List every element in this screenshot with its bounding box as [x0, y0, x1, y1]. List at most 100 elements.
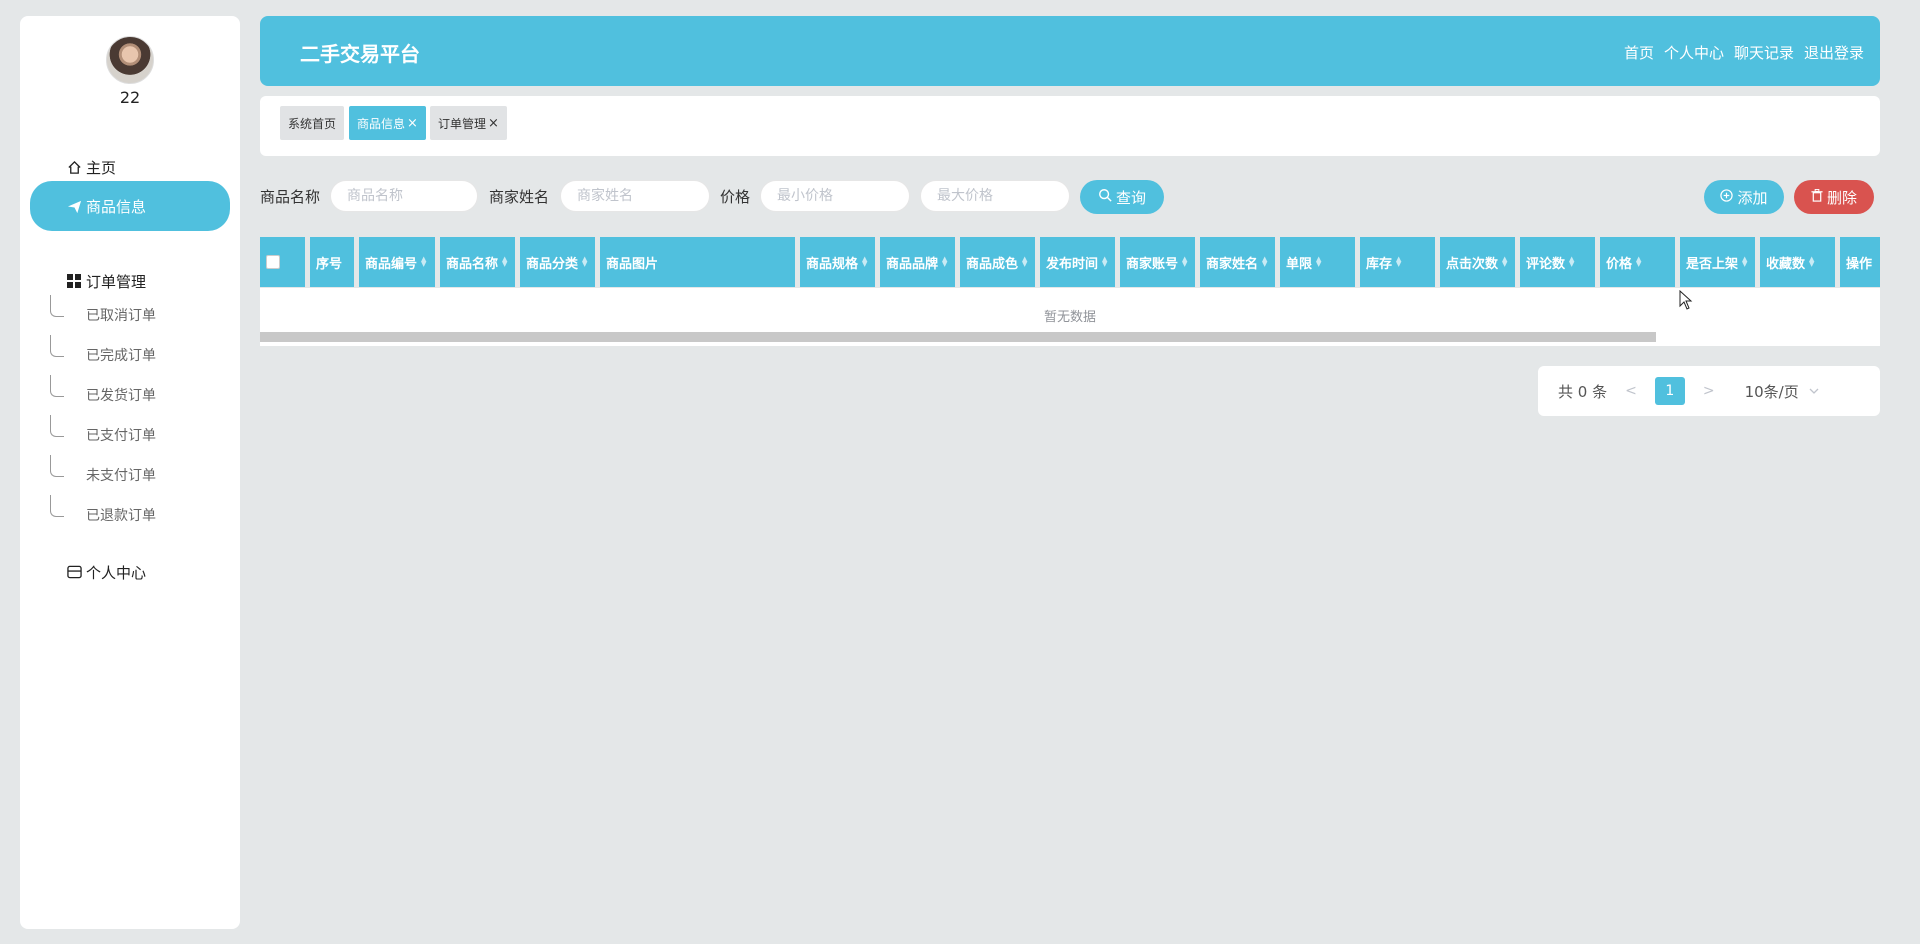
column-label: 商家姓名 [1206, 256, 1259, 272]
column-header[interactable]: 发布时间 ▲ ▼ [1040, 237, 1115, 287]
tree-line [50, 375, 64, 397]
merchant-name-label: 商家姓名 [489, 188, 550, 206]
column-header[interactable]: 库存 ▲ ▼ [1360, 237, 1435, 287]
sidebar-item-product-info[interactable]: 商品信息 [30, 181, 230, 231]
max-price-input[interactable] [920, 180, 1070, 212]
column-header[interactable]: 商品分类 ▲ ▼ [520, 237, 595, 287]
price-label: 价格 [720, 188, 751, 206]
sort-icon[interactable]: ▲ ▼ [1742, 256, 1747, 268]
mouse-cursor-icon [1679, 289, 1693, 314]
product-name-label: 商品名称 [260, 188, 321, 206]
column-label: 是否上架 [1686, 256, 1739, 272]
sidebar: 22 主页 商品信息 订单管理 已取消订单 已完成订单 已发货订单 已支付订单 … [20, 16, 240, 929]
tab-system-home[interactable]: 系统首页 [280, 106, 345, 140]
header-links: 首页 个人中心 聊天记录 退出登录 [1624, 42, 1864, 63]
column-header[interactable]: 单限 ▲ ▼ [1280, 237, 1355, 287]
column-header[interactable]: 商品品牌 ▲ ▼ [880, 237, 955, 287]
sort-icon[interactable]: ▲ ▼ [502, 256, 507, 268]
min-price-input[interactable] [760, 180, 910, 212]
sort-icon[interactable]: ▲ ▼ [1502, 256, 1507, 268]
delete-button[interactable]: 删除 [1794, 180, 1874, 214]
sort-icon[interactable]: ▲ ▼ [1809, 256, 1814, 268]
merchant-name-input[interactable] [560, 180, 710, 212]
header-link-chat-history[interactable]: 聊天记录 [1734, 42, 1794, 63]
next-page-button[interactable]: > [1703, 383, 1715, 399]
sub-item-cancelled-orders[interactable]: 已取消订单 [50, 295, 220, 330]
close-icon[interactable]: × [407, 116, 418, 131]
app-title: 二手交易平台 [300, 42, 420, 66]
product-table: 序号 商品编号 ▲ ▼ 商品名称 ▲ ▼ 商品分类 ▲ ▼ 商品图片 商品规格 ▲ ▼ 商品品牌… [260, 236, 1880, 346]
sort-icon[interactable]: ▲ ▼ [1316, 256, 1321, 268]
column-header[interactable]: 点击次数 ▲ ▼ [1440, 237, 1515, 287]
tab-order-management[interactable]: 订单管理 × [430, 106, 507, 140]
sort-icon[interactable]: ▲ ▼ [1102, 256, 1107, 268]
sidebar-item-label: 订单管理 [86, 272, 147, 291]
column-label: 评论数 [1526, 256, 1566, 272]
header-link-home[interactable]: 首页 [1624, 42, 1654, 63]
column-label: 商品分类 [526, 256, 579, 272]
header-link-logout[interactable]: 退出登录 [1804, 42, 1864, 63]
column-header[interactable]: 是否上架 ▲ ▼ [1680, 237, 1755, 287]
page-size-value: 10条/页 [1744, 382, 1799, 401]
sort-icon[interactable]: ▲ ▼ [582, 256, 587, 268]
column-label: 商品名称 [446, 256, 499, 272]
sort-icon[interactable]: ▲ ▼ [1569, 256, 1574, 268]
empty-table-message: 暂无数据 [1043, 310, 1096, 325]
column-header[interactable]: 价格 ▲ ▼ [1600, 237, 1675, 287]
column-label: 商品编号 [365, 256, 418, 272]
sidebar-item-label: 主页 [86, 158, 117, 177]
sidebar-item-personal-center[interactable]: 个人中心 [30, 547, 230, 597]
tab-product-info[interactable]: 商品信息 × [349, 106, 426, 140]
column-label: 价格 [1606, 256, 1633, 272]
close-icon[interactable]: × [488, 116, 499, 131]
sort-icon[interactable]: ▲ ▼ [1396, 256, 1401, 268]
sub-item-unpaid-orders[interactable]: 未支付订单 [50, 455, 220, 490]
tree-line [50, 295, 64, 317]
tab-label: 商品信息 [357, 116, 406, 131]
page-number-button[interactable]: 1 [1654, 377, 1685, 405]
send-icon [66, 198, 82, 214]
chevron-down-icon [1809, 386, 1819, 397]
sort-icon[interactable]: ▲ ▼ [862, 256, 867, 268]
column-header[interactable]: 商家账号 ▲ ▼ [1120, 237, 1195, 287]
column-header[interactable]: 商品成色 ▲ ▼ [960, 237, 1035, 287]
sidebar-item-label: 个人中心 [86, 563, 147, 582]
column-label: 商品规格 [806, 256, 859, 272]
sub-item-label: 未支付订单 [86, 468, 156, 484]
home-icon [66, 159, 82, 175]
sort-icon[interactable]: ▲ ▼ [1636, 256, 1641, 268]
trash-icon [1811, 188, 1823, 206]
column-header[interactable]: 评论数 ▲ ▼ [1520, 237, 1595, 287]
username: 22 [119, 88, 141, 107]
select-all-checkbox[interactable] [266, 255, 280, 269]
sort-icon[interactable]: ▲ ▼ [1262, 256, 1267, 268]
pagination: 共 0 条 < 1 > 10条/页 [1538, 366, 1880, 416]
avatar[interactable] [106, 36, 154, 84]
sub-item-refunded-orders[interactable]: 已退款订单 [50, 495, 220, 530]
sub-item-shipped-orders[interactable]: 已发货订单 [50, 375, 220, 410]
tree-line [50, 335, 64, 357]
select-all-header [260, 237, 305, 287]
query-button-label: 查询 [1115, 188, 1146, 207]
column-header[interactable]: 商品规格 ▲ ▼ [800, 237, 875, 287]
sub-item-paid-orders[interactable]: 已支付订单 [50, 415, 220, 450]
top-header: 二手交易平台 首页 个人中心 聊天记录 退出登录 [260, 16, 1880, 86]
sub-item-label: 已支付订单 [86, 428, 156, 444]
query-button[interactable]: 查询 [1080, 180, 1164, 214]
horizontal-scrollbar[interactable] [260, 332, 1656, 342]
sort-icon[interactable]: ▲ ▼ [1182, 256, 1187, 268]
column-header[interactable]: 商家姓名 ▲ ▼ [1200, 237, 1275, 287]
prev-page-button[interactable]: < [1625, 383, 1637, 399]
column-header[interactable]: 收藏数 ▲ ▼ [1760, 237, 1835, 287]
sort-icon[interactable]: ▲ ▼ [942, 256, 947, 268]
header-link-personal-center[interactable]: 个人中心 [1664, 42, 1724, 63]
sort-icon[interactable]: ▲ ▼ [1022, 256, 1027, 268]
add-button[interactable]: 添加 [1704, 180, 1784, 214]
column-header[interactable]: 商品编号 ▲ ▼ [359, 237, 435, 287]
column-header[interactable]: 商品名称 ▲ ▼ [440, 237, 515, 287]
plus-circle-icon [1720, 188, 1734, 206]
sort-icon[interactable]: ▲ ▼ [421, 256, 426, 268]
page-size-select[interactable]: 10条/页 [1745, 381, 1819, 402]
sub-item-completed-orders[interactable]: 已完成订单 [50, 335, 220, 370]
product-name-input[interactable] [330, 180, 478, 212]
